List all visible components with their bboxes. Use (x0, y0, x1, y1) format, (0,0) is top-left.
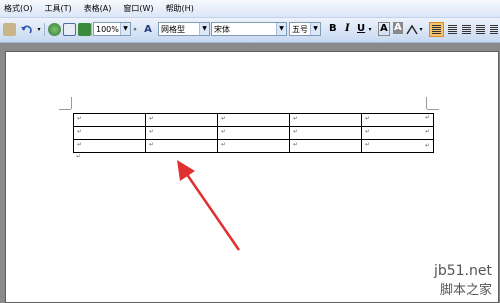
table-cell[interactable]: ↵ (289, 139, 362, 153)
table-cell[interactable]: ↵ (73, 113, 146, 127)
watermark-title: 脚本之家 (439, 283, 492, 298)
excel-icon[interactable] (77, 22, 91, 37)
table-cell[interactable]: ↵ (289, 113, 362, 127)
char-shading-button[interactable]: A (393, 22, 403, 34)
char-scale-icon[interactable] (405, 22, 419, 37)
annotation-arrow-icon (177, 160, 241, 251)
toolbar-more-icon[interactable]: » (132, 22, 138, 37)
crop-mark (426, 97, 427, 109)
chevron-down-icon: ▼ (120, 23, 130, 35)
underline-dropdown-icon[interactable]: ▾ (367, 22, 373, 37)
table-cell[interactable]: ↵ (217, 126, 290, 140)
row-end-mark: ↵ (425, 114, 431, 121)
table-cell[interactable]: ↵ (361, 113, 434, 127)
table-cell[interactable]: ↵ (73, 139, 146, 153)
table-cell[interactable]: ↵ (73, 126, 146, 140)
paragraph-mark: ↵ (76, 153, 82, 160)
chevron-down-icon: ▼ (310, 23, 320, 35)
watermark: jb51.net 脚本之家 (434, 263, 492, 298)
document-area: ↵ ↵ ↵ ↵ ↵ ↵ ↵ ↵ ↵ ↵ ↵ ↵ ↵ ↵ ↵ ↵ ↵ ↵ ↵ jb… (0, 43, 500, 303)
paste-icon[interactable] (2, 22, 16, 37)
styles-icon[interactable]: A (141, 22, 155, 37)
table-cell[interactable]: ↵ (361, 126, 434, 140)
watermark-site: jb51.net (433, 263, 492, 279)
char-border-button[interactable]: A (378, 22, 390, 36)
font-value: 宋体 (214, 25, 230, 34)
document-table[interactable]: ↵ ↵ ↵ ↵ ↵ ↵ ↵ ↵ ↵ ↵ ↵ ↵ ↵ ↵ ↵ (73, 113, 434, 153)
chevron-down-icon: ▼ (199, 23, 209, 35)
font-size-select[interactable]: 五号 ▼ (289, 22, 321, 36)
menu-bar: 格式(O) 工具(T) 表格(A) 窗口(W) 帮助(H) (0, 0, 500, 18)
chevron-down-icon: ▼ (276, 23, 286, 35)
zoom-select[interactable]: 100% ▼ (93, 22, 131, 36)
crop-mark (71, 97, 72, 109)
table-row: ↵ ↵ ↵ ↵ ↵ (73, 126, 434, 140)
font-size-value: 五号 (292, 25, 308, 34)
italic-button[interactable]: I (345, 22, 350, 36)
table-cell[interactable]: ↵ (361, 139, 434, 153)
menu-format[interactable]: 格式(O) (0, 0, 41, 17)
table-cell[interactable]: ↵ (145, 126, 218, 140)
align-center-icon[interactable] (446, 22, 459, 37)
toolbar: ▾ 100% ▼ » A 网格型 ▼ 宋体 ▼ 五号 ▼ B I U ▾ A A… (0, 18, 500, 43)
table-row: ↵ ↵ ↵ ↵ ↵ (73, 113, 434, 127)
undo-icon[interactable] (18, 22, 36, 37)
underline-button[interactable]: U (357, 22, 365, 36)
table-cell[interactable]: ↵ (289, 126, 362, 140)
table-cell[interactable]: ↵ (145, 113, 218, 127)
bold-button[interactable]: B (329, 22, 337, 36)
table-cell[interactable]: ↵ (217, 113, 290, 127)
web-icon[interactable] (47, 22, 61, 37)
table-row: ↵ ↵ ↵ ↵ ↵ (73, 139, 434, 153)
justify-icon[interactable] (474, 22, 487, 37)
undo-dropdown-icon[interactable]: ▾ (36, 22, 42, 37)
table-cell[interactable]: ↵ (217, 139, 290, 153)
crop-mark (427, 109, 439, 110)
row-end-mark: ↵ (425, 128, 431, 135)
menu-window[interactable]: 窗口(W) (119, 0, 161, 17)
table-insert-icon[interactable] (62, 22, 76, 37)
menu-help[interactable]: 帮助(H) (162, 0, 202, 17)
char-scale-dropdown-icon[interactable]: ▾ (418, 22, 424, 37)
crop-mark (59, 109, 71, 110)
table-cell[interactable]: ↵ (145, 139, 218, 153)
font-select[interactable]: 宋体 ▼ (211, 22, 287, 36)
zoom-value: 100% (96, 25, 119, 34)
style-select[interactable]: 网格型 ▼ (158, 22, 210, 36)
menu-table[interactable]: 表格(A) (80, 0, 120, 17)
align-right-icon[interactable] (460, 22, 473, 37)
align-left-button[interactable] (429, 22, 444, 37)
document-page[interactable]: ↵ ↵ ↵ ↵ ↵ ↵ ↵ ↵ ↵ ↵ ↵ ↵ ↵ ↵ ↵ ↵ ↵ ↵ ↵ jb… (5, 51, 499, 303)
row-end-mark: ↵ (425, 142, 431, 149)
distributed-icon[interactable] (488, 22, 499, 37)
style-value: 网格型 (161, 25, 185, 34)
menu-tools[interactable]: 工具(T) (41, 0, 80, 17)
